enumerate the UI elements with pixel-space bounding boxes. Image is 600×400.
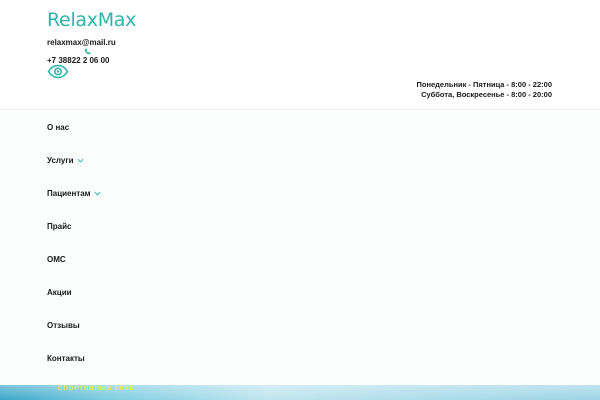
chevron-down-icon bbox=[77, 158, 84, 163]
menu-item-label: Отзывы bbox=[47, 320, 80, 330]
menu-item-promotions[interactable]: Акции bbox=[47, 286, 72, 298]
eye-icon[interactable] bbox=[47, 64, 69, 79]
chevron-down-icon bbox=[94, 191, 101, 196]
menu-item-label: ОМС bbox=[47, 254, 66, 264]
hours-weekdays: Понедельник - Пятница - 8:00 - 22:00 bbox=[416, 80, 552, 89]
site-header: RelaxMax relaxmax@mail.ru +7 38822 2 06 … bbox=[0, 0, 600, 110]
page: RelaxMax relaxmax@mail.ru +7 38822 2 06 … bbox=[0, 0, 600, 400]
menu-item-label: Контакты bbox=[47, 353, 85, 363]
menu-item-services[interactable]: Услуги bbox=[47, 154, 84, 166]
email-link[interactable]: relaxmax@mail.ru bbox=[47, 38, 116, 47]
menu-item-label: О нас bbox=[47, 122, 70, 132]
menu-item-reviews[interactable]: Отзывы bbox=[47, 319, 80, 331]
menu-item-label: Пациентам bbox=[47, 188, 91, 198]
menu-item-about[interactable]: О нас bbox=[47, 121, 69, 133]
menu-item-label: Прайс bbox=[47, 221, 72, 231]
phone-icon bbox=[84, 48, 91, 55]
hours-weekend: Суббота, Воскресенье - 8:00 - 20:00 bbox=[421, 89, 552, 99]
menu-item-price[interactable]: Прайс bbox=[47, 220, 71, 232]
working-hours: Понедельник - Пятница - 8:00 - 22:00 Суб… bbox=[416, 80, 552, 99]
menu-item-contacts[interactable]: Контакты bbox=[47, 352, 85, 364]
main-menu: О нас Услуги Пациентам Прайс ОМС Акции О… bbox=[0, 110, 600, 386]
banner-caption: СПОРТИВНЫЙ КЛУБ bbox=[58, 386, 135, 392]
menu-item-patients[interactable]: Пациентам bbox=[47, 187, 101, 199]
hero-banner: СПОРТИВНЫЙ КЛУБ bbox=[0, 385, 600, 400]
logo[interactable]: RelaxMax bbox=[47, 9, 136, 31]
menu-item-label: Акции bbox=[47, 287, 72, 297]
menu-item-oms[interactable]: ОМС bbox=[47, 253, 66, 265]
menu-item-label: Услуги bbox=[47, 155, 74, 165]
